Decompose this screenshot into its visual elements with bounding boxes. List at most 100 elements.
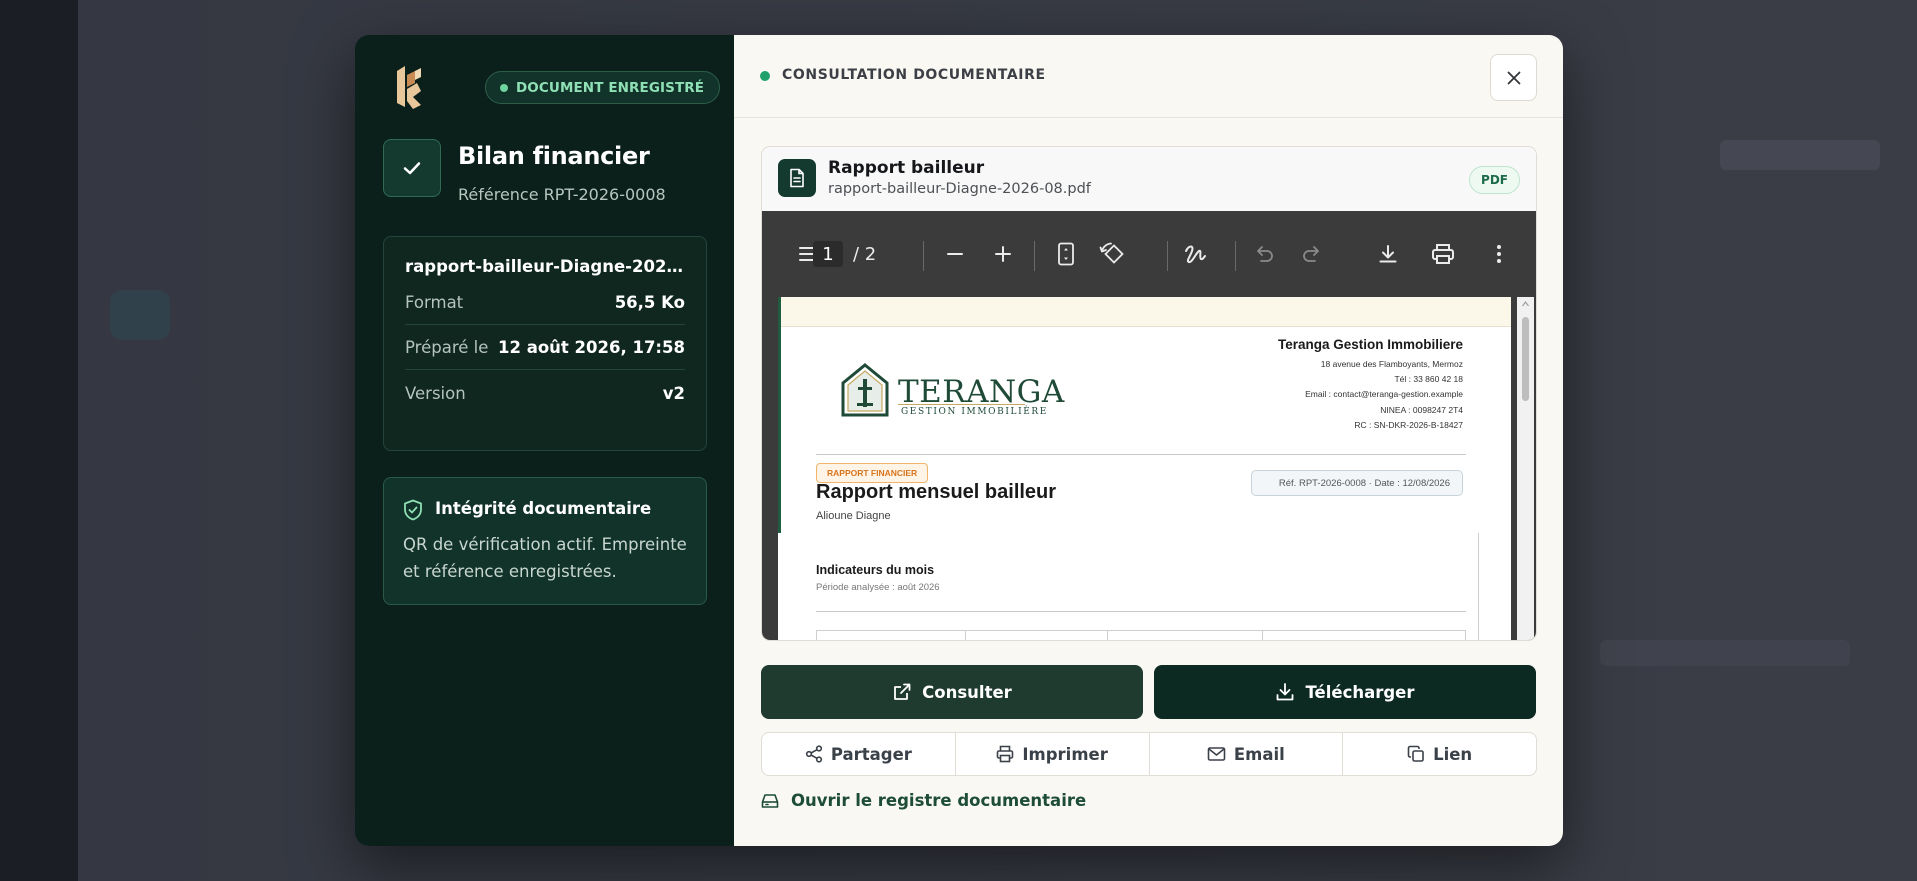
format-badge: PDF: [1469, 166, 1520, 194]
rotate-icon: [1099, 242, 1124, 264]
toolbar-divider: [923, 241, 924, 271]
report-heading: Rapport mensuel bailleur: [816, 481, 1057, 503]
copy-link-button-label: Lien: [1433, 744, 1473, 764]
status-badge-label: DOCUMENT ENREGISTRÉ: [516, 79, 705, 96]
file-document-icon: [778, 159, 816, 197]
info-value: v2: [662, 383, 685, 403]
close-button[interactable]: [1490, 54, 1537, 101]
share-button-label: Partager: [830, 744, 912, 764]
info-row-prepared: Préparé le 12 août 2026, 17:58: [405, 326, 685, 370]
mail-icon: [1207, 747, 1226, 761]
report-type-tag: RAPPORT FINANCIER: [816, 463, 929, 483]
table-cell-border: [965, 631, 966, 640]
pdf-scrollbar-thumb[interactable]: [1522, 317, 1529, 401]
secondary-actions: Partager Imprimer Email Lien: [761, 732, 1537, 776]
document-title: Bilan financier: [458, 142, 650, 170]
toolbar-divider: [1167, 241, 1168, 271]
company-ninea: NINEA : 0098247 2T4: [1380, 404, 1463, 415]
download-icon: [1277, 683, 1294, 701]
teranga-logo-subtitle: GESTION IMMOBILIÈRE: [901, 407, 1048, 417]
email-button[interactable]: Email: [1150, 733, 1344, 775]
section-period: Période analysée : août 2026: [816, 582, 940, 593]
fit-page-button[interactable]: [1051, 239, 1081, 269]
page-number-input[interactable]: 1: [813, 241, 843, 267]
info-label: Version: [405, 383, 466, 403]
panel-header-label: CONSULTATION DOCUMENTAIRE: [782, 67, 1046, 83]
info-row-format: Format 56,5 Ko: [405, 281, 685, 325]
pdf-page-area[interactable]: TERANGA GESTION IMMOBILIÈRE Teranga Gest…: [762, 297, 1536, 640]
document-sidebar: DOCUMENT ENREGISTRÉ Bilan financier Réfé…: [355, 35, 734, 846]
backdrop-shape: [110, 290, 170, 340]
table-cell-border: [1262, 631, 1263, 640]
undo-icon: [1257, 246, 1273, 262]
zoom-out-button[interactable]: [940, 239, 970, 269]
page-top-strip: [778, 297, 1511, 327]
company-block: Teranga Gestion Immobiliere 18 avenue de…: [1278, 337, 1463, 433]
minus-icon: [947, 253, 963, 255]
panel-header: CONSULTATION DOCUMENTAIRE: [734, 35, 1563, 118]
page-accent-bar: [778, 297, 781, 533]
printer-icon: [997, 745, 1014, 763]
open-registry-label: Ouvrir le registre documentaire: [791, 791, 1087, 810]
company-name: Teranga Gestion Immobiliere: [1277, 337, 1463, 352]
integrity-card: Intégrité documentaire QR de vérificatio…: [383, 477, 707, 605]
fit-page-icon: [1058, 242, 1074, 266]
pdf-viewer-card: Rapport bailleur rapport-bailleur-Diagne…: [761, 146, 1537, 641]
undo-button[interactable]: [1249, 239, 1279, 269]
app-logo: [397, 66, 421, 109]
pdf-page: TERANGA GESTION IMMOBILIÈRE Teranga Gest…: [778, 297, 1511, 640]
integrity-title: Intégrité documentaire: [435, 499, 652, 518]
teranga-logo-icon: [841, 363, 889, 417]
file-name: rapport-bailleur-Diagne-2026...: [405, 257, 690, 276]
pdf-scrollbar[interactable]: [1517, 297, 1534, 640]
status-dot: [760, 71, 770, 81]
section-title: Indicateurs du mois: [816, 563, 935, 577]
print-pdf-button[interactable]: [1426, 239, 1460, 269]
download-button[interactable]: Télécharger: [1154, 665, 1536, 719]
pdf-toolbar: 1 / 2: [762, 211, 1536, 297]
share-button[interactable]: Partager: [762, 733, 956, 775]
file-title: Rapport bailleur: [828, 158, 985, 178]
draw-icon: [1185, 245, 1206, 263]
rotate-button[interactable]: [1096, 239, 1130, 269]
report-owner: Alioune Diagne: [816, 510, 891, 522]
download-button-label: Télécharger: [1305, 682, 1415, 702]
copy-icon: [1407, 745, 1424, 762]
info-value: 56,5 Ko: [614, 293, 685, 312]
document-viewer-panel: CONSULTATION DOCUMENTAIRE Rapport baille…: [734, 35, 1563, 846]
redo-button[interactable]: [1297, 239, 1327, 269]
open-registry-link[interactable]: Ouvrir le registre documentaire: [761, 791, 1086, 810]
download-icon: [1379, 245, 1397, 263]
annotate-button[interactable]: [1180, 239, 1210, 269]
status-badge: DOCUMENT ENREGISTRÉ: [485, 71, 721, 104]
backdrop-shape: [1720, 140, 1880, 170]
page-divider: [816, 454, 1466, 455]
plus-icon: [995, 246, 1011, 262]
info-label: Format: [405, 293, 464, 312]
archive-drive-icon: [761, 793, 779, 808]
logo-rule: [898, 404, 1025, 405]
table-cell-border: [1107, 631, 1108, 640]
info-value: 12 août 2026, 17:58: [497, 338, 685, 357]
consult-button-label: Consulter: [922, 682, 1012, 702]
indicators-table: [816, 630, 1466, 640]
shield-check-icon: [404, 499, 422, 521]
integrity-text: QR de vérification actif. Empreinte et r…: [403, 535, 687, 581]
print-button-label: Imprimer: [1022, 744, 1108, 764]
close-icon: [1507, 71, 1520, 84]
download-pdf-button[interactable]: [1373, 239, 1403, 269]
consult-button[interactable]: Consulter: [761, 665, 1143, 719]
company-rc: RC : SN-DKR-2026-B-18427: [1354, 419, 1463, 430]
info-label: Préparé le: [405, 338, 489, 357]
printer-icon: [1432, 244, 1454, 264]
scroll-up-arrow-icon: [1522, 301, 1529, 307]
more-options-button[interactable]: [1489, 239, 1509, 269]
file-filename: rapport-bailleur-Diagne-2026-08.pdf: [828, 181, 1091, 197]
zoom-in-button[interactable]: [988, 239, 1018, 269]
email-button-label: Email: [1233, 744, 1285, 764]
print-button[interactable]: Imprimer: [956, 733, 1150, 775]
copy-link-button[interactable]: Lien: [1343, 733, 1536, 775]
share-icon: [805, 745, 822, 763]
backdrop-shape: [1600, 640, 1850, 666]
page-total: / 2: [853, 244, 877, 265]
